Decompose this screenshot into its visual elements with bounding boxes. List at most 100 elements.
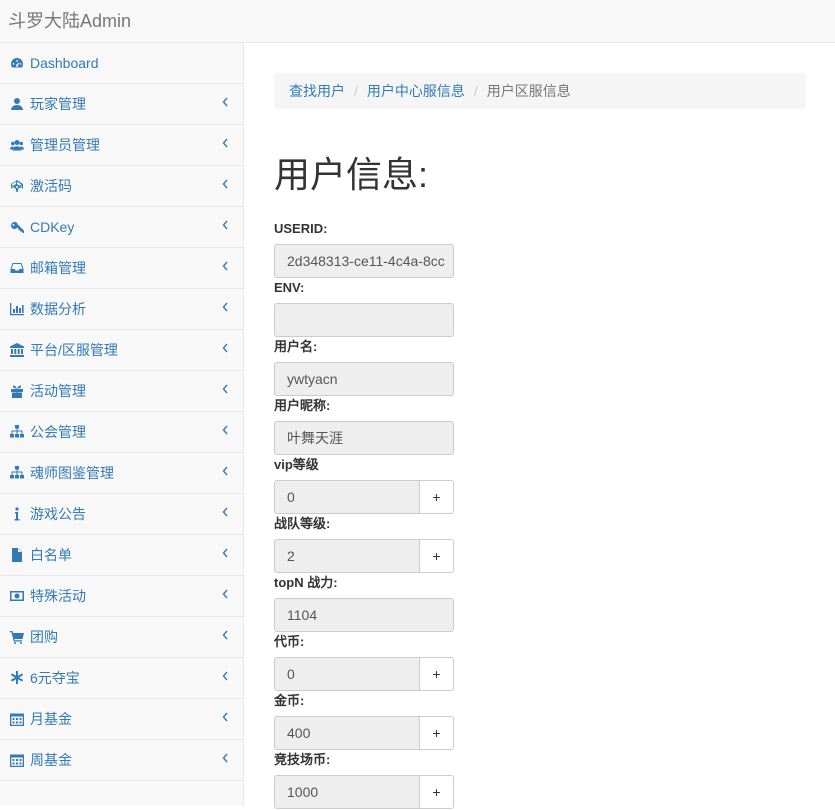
- field-input[interactable]: 2d348313-ce11-4c4a-8cc: [274, 244, 454, 278]
- sidebar-item-10[interactable]: 魂师图鉴管理: [0, 453, 243, 494]
- chevron-left-icon: [221, 382, 229, 394]
- chevron-left-icon: [221, 218, 229, 230]
- increment-button[interactable]: +: [420, 480, 454, 514]
- increment-button[interactable]: +: [420, 657, 454, 691]
- sidebar-item-label: 管理员管理: [30, 137, 100, 153]
- sitemap-icon: [9, 466, 25, 480]
- sidebar-item-2[interactable]: 管理员管理: [0, 125, 243, 166]
- cart-icon: [9, 630, 25, 644]
- sidebar-item-11[interactable]: 游戏公告: [0, 494, 243, 535]
- form-group: 用户昵称: 叶舞天涯: [274, 397, 454, 456]
- chevron-left-icon: [221, 423, 229, 435]
- field-label: vip等级: [274, 457, 319, 472]
- sidebar-item-9[interactable]: 公会管理: [0, 412, 243, 453]
- sidebar-item-7[interactable]: 平台/区服管理: [0, 330, 243, 371]
- sidebar-item-label: 团购: [30, 629, 58, 645]
- increment-button[interactable]: +: [420, 775, 454, 809]
- breadcrumb-item-center-server[interactable]: 用户中心服信息: [367, 81, 465, 101]
- sidebar-item-label: 特殊活动: [30, 588, 86, 604]
- sidebar-item-1[interactable]: 玩家管理: [0, 84, 243, 125]
- sidebar-item-label: 激活码: [30, 178, 72, 194]
- chevron-left-icon: [221, 464, 229, 476]
- form-group: 金币: 400 +: [274, 692, 454, 751]
- field-input[interactable]: 1104: [274, 598, 454, 632]
- chevron-left-icon: [221, 587, 229, 599]
- top-navbar: 斗罗大陆Admin: [0, 0, 835, 43]
- user-icon: [9, 97, 25, 111]
- money-icon: [9, 589, 25, 603]
- chevron-left-icon: [221, 300, 229, 312]
- file-icon: [9, 548, 25, 562]
- calendar-icon: [9, 753, 25, 767]
- field-input[interactable]: 0: [274, 657, 420, 691]
- sidebar-item-label: 月基金: [30, 711, 72, 727]
- field-label: topN 战力:: [274, 575, 338, 590]
- sidebar-item-label: Dashboard: [30, 55, 99, 71]
- chevron-left-icon: [221, 546, 229, 558]
- sidebar-item-0[interactable]: Dashboard: [0, 43, 243, 84]
- chevron-left-icon: [221, 136, 229, 148]
- form-group: 用户名: ywtyacn: [274, 338, 454, 397]
- breadcrumb-item-find-user[interactable]: 查找用户: [289, 81, 345, 101]
- field-input[interactable]: 叶舞天涯: [274, 421, 454, 455]
- sidebar-item-label: CDKey: [30, 219, 75, 235]
- sidebar-item-label: 白名单: [30, 547, 72, 563]
- sidebar-item-12[interactable]: 白名单: [0, 535, 243, 576]
- calendar-icon: [9, 712, 25, 726]
- field-input[interactable]: 1000: [274, 775, 420, 809]
- field-label: 竞技场币:: [274, 752, 331, 767]
- field-input[interactable]: 0: [274, 480, 420, 514]
- key-icon: [9, 220, 25, 234]
- sidebar-item-label: 邮箱管理: [30, 260, 86, 276]
- sidebar-item-16[interactable]: 月基金: [0, 699, 243, 740]
- brand-title[interactable]: 斗罗大陆Admin: [8, 7, 131, 33]
- sidebar-item-label: 魂师图鉴管理: [30, 465, 114, 481]
- chevron-left-icon: [221, 259, 229, 271]
- field-label: ENV:: [274, 280, 305, 295]
- sidebar-item-15[interactable]: 6元夺宝: [0, 658, 243, 699]
- increment-button[interactable]: +: [420, 716, 454, 750]
- form-group: USERID: 2d348313-ce11-4c4a-8cc: [274, 220, 454, 279]
- input-group: 0 +: [274, 657, 454, 691]
- sidebar-item-5[interactable]: 邮箱管理: [0, 248, 243, 289]
- form-group: 战队等级: 2 +: [274, 515, 454, 574]
- gift-icon: [9, 384, 25, 398]
- breadcrumb-separator: /: [354, 83, 358, 99]
- sitemap-icon: [9, 425, 25, 439]
- sidebar-item-label: 公会管理: [30, 424, 86, 440]
- sidebar-item-label: 活动管理: [30, 383, 86, 399]
- form-group: topN 战力: 1104: [274, 574, 454, 633]
- input-group: 1000 +: [274, 775, 454, 809]
- increment-button[interactable]: +: [420, 539, 454, 573]
- sidebar-item-label: 数据分析: [30, 301, 86, 317]
- inbox-icon: [9, 261, 25, 275]
- field-label: USERID:: [274, 221, 328, 236]
- chevron-left-icon: [221, 505, 229, 517]
- sidebar-item-label: 6元夺宝: [30, 670, 80, 686]
- breadcrumb-separator: /: [473, 83, 478, 99]
- field-label: 金币:: [274, 693, 305, 708]
- sidebar-item-14[interactable]: 团购: [0, 617, 243, 658]
- main-content: 查找用户 / 用户中心服信息 / 用户区服信息 用户信息: USERID: 2d3…: [244, 43, 835, 809]
- breadcrumb: 查找用户 / 用户中心服信息 / 用户区服信息: [274, 73, 806, 109]
- field-input[interactable]: ywtyacn: [274, 362, 454, 396]
- input-group: 0 +: [274, 480, 454, 514]
- form-group: ENV:: [274, 279, 454, 338]
- sidebar: Dashboard 玩家管理管理员管理激活码 CDKey 邮箱管理数据分析平台/区服管…: [0, 43, 244, 806]
- sidebar-item-8[interactable]: 活动管理: [0, 371, 243, 412]
- field-input[interactable]: [274, 303, 454, 337]
- sidebar-item-label: 游戏公告: [30, 506, 86, 522]
- codepen-icon: [9, 179, 25, 193]
- sidebar-item-6[interactable]: 数据分析: [0, 289, 243, 330]
- chevron-left-icon: [221, 628, 229, 640]
- field-input[interactable]: 400: [274, 716, 420, 750]
- field-input[interactable]: 2: [274, 539, 420, 573]
- sidebar-item-label: 周基金: [30, 752, 72, 768]
- sidebar-item-17[interactable]: 周基金: [0, 740, 243, 781]
- sidebar-item-label: 玩家管理: [30, 96, 86, 112]
- field-label: 用户名:: [274, 339, 318, 354]
- sidebar-item-4[interactable]: CDKey: [0, 207, 243, 248]
- chevron-left-icon: [221, 177, 229, 189]
- sidebar-item-3[interactable]: 激活码: [0, 166, 243, 207]
- sidebar-item-13[interactable]: 特殊活动: [0, 576, 243, 617]
